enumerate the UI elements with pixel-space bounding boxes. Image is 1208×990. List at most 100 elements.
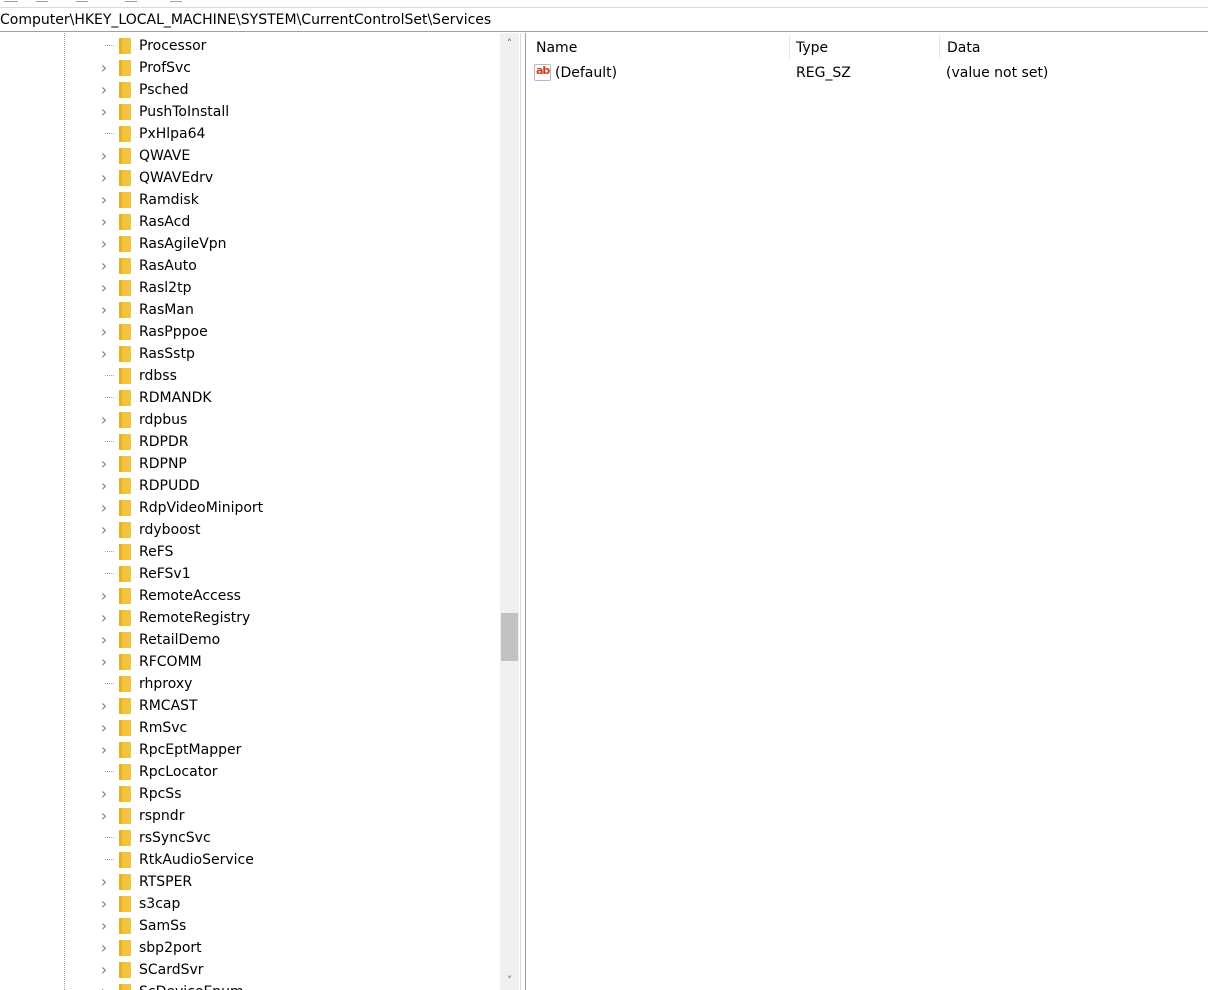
expand-chevron-icon[interactable]: ›: [98, 477, 110, 495]
expand-chevron-icon[interactable]: ›: [98, 59, 110, 77]
tree-item[interactable]: › sbp2port: [0, 937, 500, 959]
tree-item[interactable]: ReFS: [0, 541, 500, 563]
tree-item[interactable]: › SamSs: [0, 915, 500, 937]
tree-branch-line: [105, 397, 114, 398]
expand-chevron-icon[interactable]: ›: [98, 81, 110, 99]
tree-item[interactable]: Processor: [0, 35, 500, 57]
expand-chevron-icon[interactable]: ›: [98, 609, 110, 627]
value-data: (value not set): [946, 65, 1049, 81]
tree-item[interactable]: › RdpVideoMiniport: [0, 497, 500, 519]
tree-item-label: rdpbus: [139, 412, 188, 428]
tree-item[interactable]: › RasAcd: [0, 211, 500, 233]
expand-chevron-icon[interactable]: ›: [98, 961, 110, 979]
expand-chevron-icon[interactable]: ›: [98, 235, 110, 253]
expand-chevron-icon[interactable]: ›: [98, 301, 110, 319]
tree-item[interactable]: › rspndr: [0, 805, 500, 827]
tree-item[interactable]: PxHlpa64: [0, 123, 500, 145]
address-bar[interactable]: Computer\HKEY_LOCAL_MACHINE\SYSTEM\Curre…: [0, 8, 1208, 32]
column-header-data[interactable]: Data: [947, 40, 980, 56]
value-row[interactable]: ab (Default) REG_SZ (value not set): [526, 63, 1208, 85]
tree-item[interactable]: › RFCOMM: [0, 651, 500, 673]
expand-chevron-icon[interactable]: ›: [98, 917, 110, 935]
expand-chevron-icon[interactable]: ›: [98, 499, 110, 517]
expand-chevron-icon[interactable]: ›: [98, 653, 110, 671]
expand-chevron-icon[interactable]: ›: [98, 895, 110, 913]
expand-chevron-icon[interactable]: ›: [98, 279, 110, 297]
scroll-up-arrow-icon[interactable]: ˄: [500, 35, 519, 53]
menu-stub: [36, 0, 48, 2]
tree-item[interactable]: › Psched: [0, 79, 500, 101]
tree-item[interactable]: › RTSPER: [0, 871, 500, 893]
column-header-type[interactable]: Type: [796, 40, 828, 56]
expand-chevron-icon[interactable]: ›: [98, 169, 110, 187]
tree-item[interactable]: rsSyncSvc: [0, 827, 500, 849]
tree-item[interactable]: RtkAudioService: [0, 849, 500, 871]
tree-item[interactable]: ReFSv1: [0, 563, 500, 585]
tree-item[interactable]: RpcLocator: [0, 761, 500, 783]
tree-item[interactable]: › RemoteRegistry: [0, 607, 500, 629]
tree-item[interactable]: › ProfSvc: [0, 57, 500, 79]
expand-chevron-icon[interactable]: ›: [98, 631, 110, 649]
expand-chevron-icon[interactable]: ›: [98, 345, 110, 363]
tree-item[interactable]: › rdpbus: [0, 409, 500, 431]
registry-tree[interactable]: Processor › ProfSvc › Psched › PushToInstall Px…: [0, 33, 520, 990]
expand-chevron-icon[interactable]: ›: [98, 807, 110, 825]
tree-item[interactable]: › RpcEptMapper: [0, 739, 500, 761]
tree-item[interactable]: › RasMan: [0, 299, 500, 321]
tree-item[interactable]: › Rasl2tp: [0, 277, 500, 299]
tree-item[interactable]: RDPDR: [0, 431, 500, 453]
folder-icon: [119, 434, 131, 450]
expand-chevron-icon[interactable]: ›: [98, 741, 110, 759]
expand-chevron-icon[interactable]: ›: [98, 785, 110, 803]
expand-chevron-icon[interactable]: ›: [98, 213, 110, 231]
values-list[interactable]: Name Type Data ab (Default) REG_SZ (valu…: [526, 33, 1208, 990]
folder-icon: [119, 500, 131, 516]
expand-chevron-icon[interactable]: ›: [98, 873, 110, 891]
expand-chevron-icon[interactable]: ›: [98, 147, 110, 165]
scroll-down-arrow-icon[interactable]: ˅: [500, 972, 519, 990]
tree-item[interactable]: › RDPNP: [0, 453, 500, 475]
expand-chevron-icon[interactable]: ›: [98, 455, 110, 473]
expand-chevron-icon[interactable]: ›: [98, 587, 110, 605]
tree-item[interactable]: › PushToInstall: [0, 101, 500, 123]
expand-chevron-icon[interactable]: ›: [98, 939, 110, 957]
expand-chevron-icon[interactable]: ›: [98, 191, 110, 209]
tree-item[interactable]: › RasPppoe: [0, 321, 500, 343]
column-separator[interactable]: [939, 35, 940, 59]
tree-item[interactable]: rhproxy: [0, 673, 500, 695]
tree-item[interactable]: › rdyboost: [0, 519, 500, 541]
tree-item[interactable]: › RasAgileVpn: [0, 233, 500, 255]
expand-chevron-icon[interactable]: ›: [98, 521, 110, 539]
tree-vertical-scrollbar[interactable]: ˄ ˅: [500, 33, 519, 990]
tree-item-label: SCardSvr: [139, 962, 204, 978]
tree-item[interactable]: RDMANDK: [0, 387, 500, 409]
tree-item[interactable]: › s3cap: [0, 893, 500, 915]
folder-icon: [119, 918, 131, 934]
column-separator[interactable]: [789, 35, 790, 59]
tree-item[interactable]: › RmSvc: [0, 717, 500, 739]
tree-item[interactable]: › RetailDemo: [0, 629, 500, 651]
tree-item[interactable]: › QWAVEdrv: [0, 167, 500, 189]
scroll-thumb[interactable]: [501, 613, 518, 661]
expand-chevron-icon[interactable]: ›: [98, 719, 110, 737]
tree-item[interactable]: › QWAVE: [0, 145, 500, 167]
tree-item[interactable]: rdbss: [0, 365, 500, 387]
expand-chevron-icon[interactable]: ›: [98, 323, 110, 341]
tree-item[interactable]: › SCardSvr: [0, 959, 500, 981]
address-path[interactable]: Computer\HKEY_LOCAL_MACHINE\SYSTEM\Curre…: [0, 12, 491, 28]
expand-chevron-icon[interactable]: ›: [98, 983, 110, 990]
tree-item[interactable]: › RMCAST: [0, 695, 500, 717]
expand-chevron-icon[interactable]: ›: [98, 257, 110, 275]
tree-item[interactable]: › RasSstp: [0, 343, 500, 365]
tree-item[interactable]: › RasAuto: [0, 255, 500, 277]
expand-chevron-icon[interactable]: ›: [98, 103, 110, 121]
column-header-name[interactable]: Name: [536, 40, 577, 56]
tree-item[interactable]: › RemoteAccess: [0, 585, 500, 607]
expand-chevron-icon[interactable]: ›: [98, 697, 110, 715]
expand-chevron-icon[interactable]: ›: [98, 411, 110, 429]
tree-branch-line: [105, 771, 114, 772]
tree-item[interactable]: › RDPUDD: [0, 475, 500, 497]
tree-item[interactable]: › RpcSs: [0, 783, 500, 805]
tree-item[interactable]: › Ramdisk: [0, 189, 500, 211]
tree-item[interactable]: › ScDeviceEnum: [0, 981, 500, 990]
